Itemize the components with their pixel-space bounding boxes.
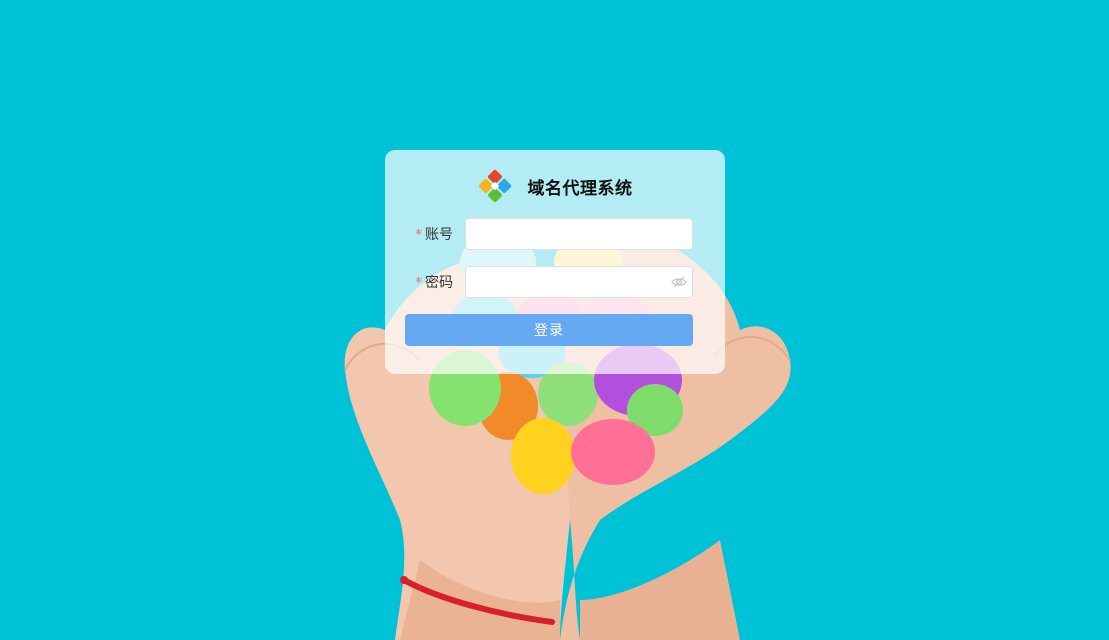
password-form-row: * 密码 [405,266,705,298]
account-input[interactable] [465,218,693,250]
login-page: 域名代理系统 * 账号 * 密码 登录 [0,0,1109,640]
account-form-row: * 账号 [405,218,705,250]
account-label: * 账号 [405,224,465,244]
card-header: 域名代理系统 [385,168,725,204]
password-input[interactable] [465,266,693,298]
login-button[interactable]: 登录 [405,314,693,346]
account-input-wrap [465,218,693,250]
eye-hidden-icon[interactable] [671,274,687,290]
required-star: * [415,227,422,243]
account-label-text: 账号 [425,227,453,243]
system-title: 域名代理系统 [527,178,633,199]
colorful-diamond-logo-icon [478,169,511,203]
password-label: * 密码 [405,272,465,292]
password-input-wrap [465,266,693,298]
password-label-text: 密码 [425,275,453,291]
login-card: 域名代理系统 * 账号 * 密码 登录 [385,150,725,374]
required-star: * [415,275,422,291]
